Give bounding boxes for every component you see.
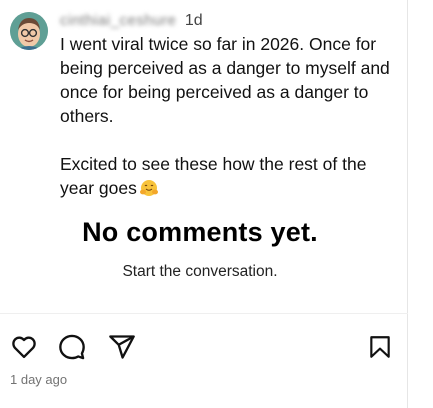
post-time[interactable]: 1d xyxy=(185,10,203,32)
speech-bubble-icon xyxy=(59,334,85,360)
paper-plane-icon xyxy=(109,335,135,359)
like-button[interactable] xyxy=(8,331,40,363)
no-comments-subtitle: Start the conversation. xyxy=(122,263,278,280)
save-button[interactable] xyxy=(364,331,396,363)
share-button[interactable] xyxy=(106,331,138,363)
caption-paragraph-2: Excited to see these how the rest of the… xyxy=(60,152,400,204)
post-date[interactable]: 1 day ago xyxy=(10,372,67,387)
caption-paragraph-2-text: Excited to see these how the rest of the… xyxy=(60,154,367,198)
no-comments-title: No comments yet. xyxy=(82,217,318,247)
post-actions-bar xyxy=(8,331,396,363)
comment-button[interactable] xyxy=(56,331,88,363)
divider xyxy=(0,313,408,314)
caption-paragraph-1: I went viral twice so far in 2026. Once … xyxy=(60,34,390,126)
username-link[interactable]: cinthiai_ceshure xyxy=(60,10,176,32)
avatar[interactable] xyxy=(10,12,48,50)
post-header: cinthiai_ceshure 1d xyxy=(60,10,400,32)
post-panel: cinthiai_ceshure 1d I went viral twice s… xyxy=(0,0,408,408)
hugging-face-emoji-icon xyxy=(139,178,159,204)
avatar-image-icon xyxy=(10,12,48,50)
caption-text: I went viral twice so far in 2026. Once … xyxy=(60,32,400,204)
post-content: cinthiai_ceshure 1d I went viral twice s… xyxy=(60,10,400,204)
heart-outline-icon xyxy=(12,336,36,359)
bookmark-outline-icon xyxy=(370,336,390,358)
